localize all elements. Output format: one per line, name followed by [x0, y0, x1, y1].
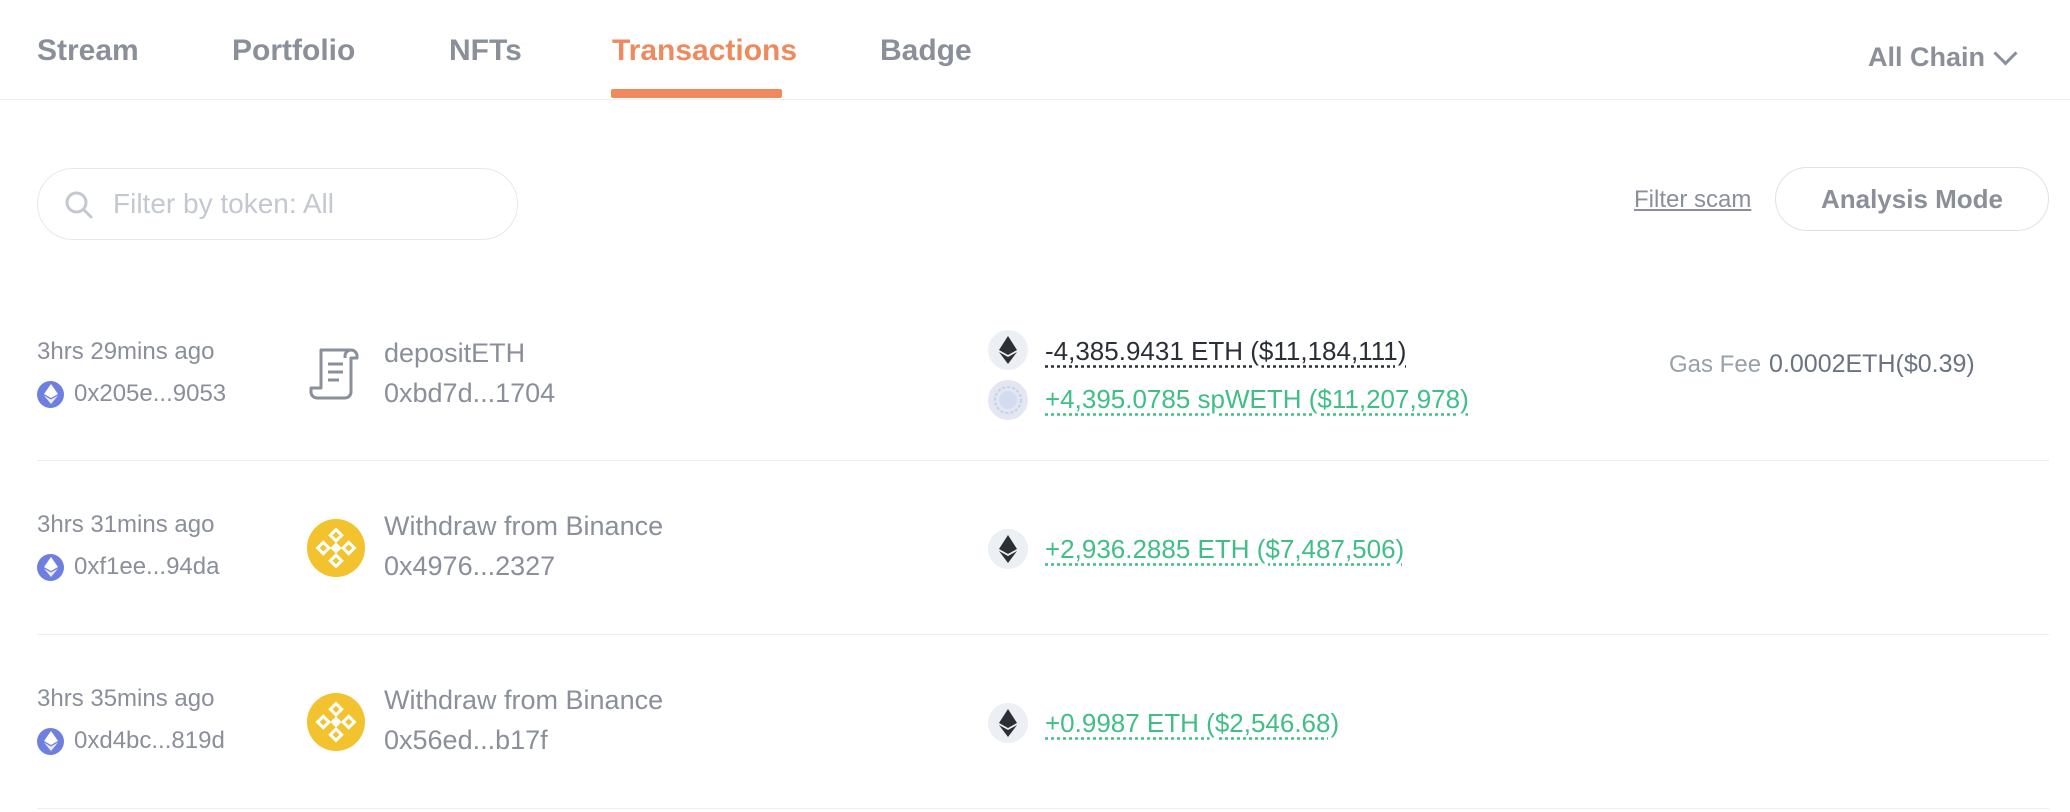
tx-address-text: 0x205e...9053: [74, 380, 227, 407]
binance-icon: [307, 519, 365, 577]
gas-fee-value: 0.0002ETH($0.39): [1769, 350, 1975, 378]
tx-time: 3hrs 35mins ago: [37, 685, 215, 712]
tx-address[interactable]: 0xf1ee...94da: [37, 553, 219, 581]
tx-time: 3hrs 29mins ago: [37, 338, 215, 365]
chain-selector-label: All Chain: [1867, 42, 1985, 72]
transaction-row: 3hrs 35mins ago 0xd4bc...819d Withdraw f…: [37, 635, 2049, 809]
tx-time: 3hrs 31mins ago: [37, 511, 215, 538]
tx-address[interactable]: 0xd4bc...819d: [37, 727, 225, 755]
token-change-amount[interactable]: -4,385.9431 ETH ($11,184,111): [1045, 336, 1406, 367]
tx-contract[interactable]: 0x56ed...b17f: [384, 725, 548, 756]
binance-icon: [307, 693, 365, 751]
active-tab-indicator: [611, 89, 782, 98]
filter-scam-link[interactable]: Filter scam: [1634, 186, 1751, 214]
token-change-amount[interactable]: +2,936.2885 ETH ($7,487,506): [1045, 534, 1404, 565]
tx-contract[interactable]: 0x4976...2327: [384, 551, 555, 582]
token-change-amount[interactable]: +0.9987 ETH ($2,546.68): [1045, 708, 1339, 739]
ethereum-chain-icon: [37, 553, 64, 581]
eth-icon: [988, 529, 1028, 569]
tx-method: Withdraw from Binance: [384, 685, 664, 715]
spweth-icon: [988, 380, 1028, 420]
contract-icon: [309, 348, 359, 400]
chevron-down-icon: [1993, 41, 2018, 66]
gas-fee: Gas Fee 0.0002ETH($0.39): [1669, 350, 1975, 379]
tx-address[interactable]: 0x205e...9053: [37, 380, 226, 408]
chain-selector[interactable]: All Chain: [1867, 41, 2018, 73]
tx-address-text: 0xd4bc...819d: [74, 727, 225, 754]
gas-fee-label: Gas Fee: [1669, 351, 1762, 378]
tx-contract[interactable]: 0xbd7d...1704: [384, 378, 555, 409]
tab-portfolio[interactable]: Portfolio: [232, 34, 355, 68]
search-icon: [65, 191, 93, 219]
transaction-row: 3hrs 31mins ago 0xf1ee...94da Withdraw f…: [37, 461, 2049, 635]
tab-nfts[interactable]: NFTs: [449, 34, 522, 68]
eth-icon: [988, 703, 1028, 743]
transaction-row: 3hrs 29mins ago 0x205e...9053 depositETH…: [37, 312, 2049, 461]
tx-method: depositETH: [384, 338, 526, 368]
eth-icon: [988, 330, 1028, 370]
ethereum-chain-icon: [37, 727, 64, 755]
token-change-amount[interactable]: +4,395.0785 spWETH ($11,207,978): [1045, 384, 1469, 415]
top-nav: Stream Portfolio NFTs Transactions Badge…: [0, 0, 2070, 100]
tx-address-text: 0xf1ee...94da: [74, 553, 220, 580]
token-filter-search[interactable]: [37, 168, 518, 240]
tab-transactions[interactable]: Transactions: [612, 34, 797, 68]
search-input[interactable]: [111, 187, 495, 221]
tab-badge[interactable]: Badge: [880, 34, 972, 68]
tab-stream[interactable]: Stream: [37, 34, 139, 68]
ethereum-chain-icon: [37, 380, 64, 408]
tx-method: Withdraw from Binance: [384, 511, 664, 541]
analysis-mode-button[interactable]: Analysis Mode: [1775, 167, 2049, 231]
